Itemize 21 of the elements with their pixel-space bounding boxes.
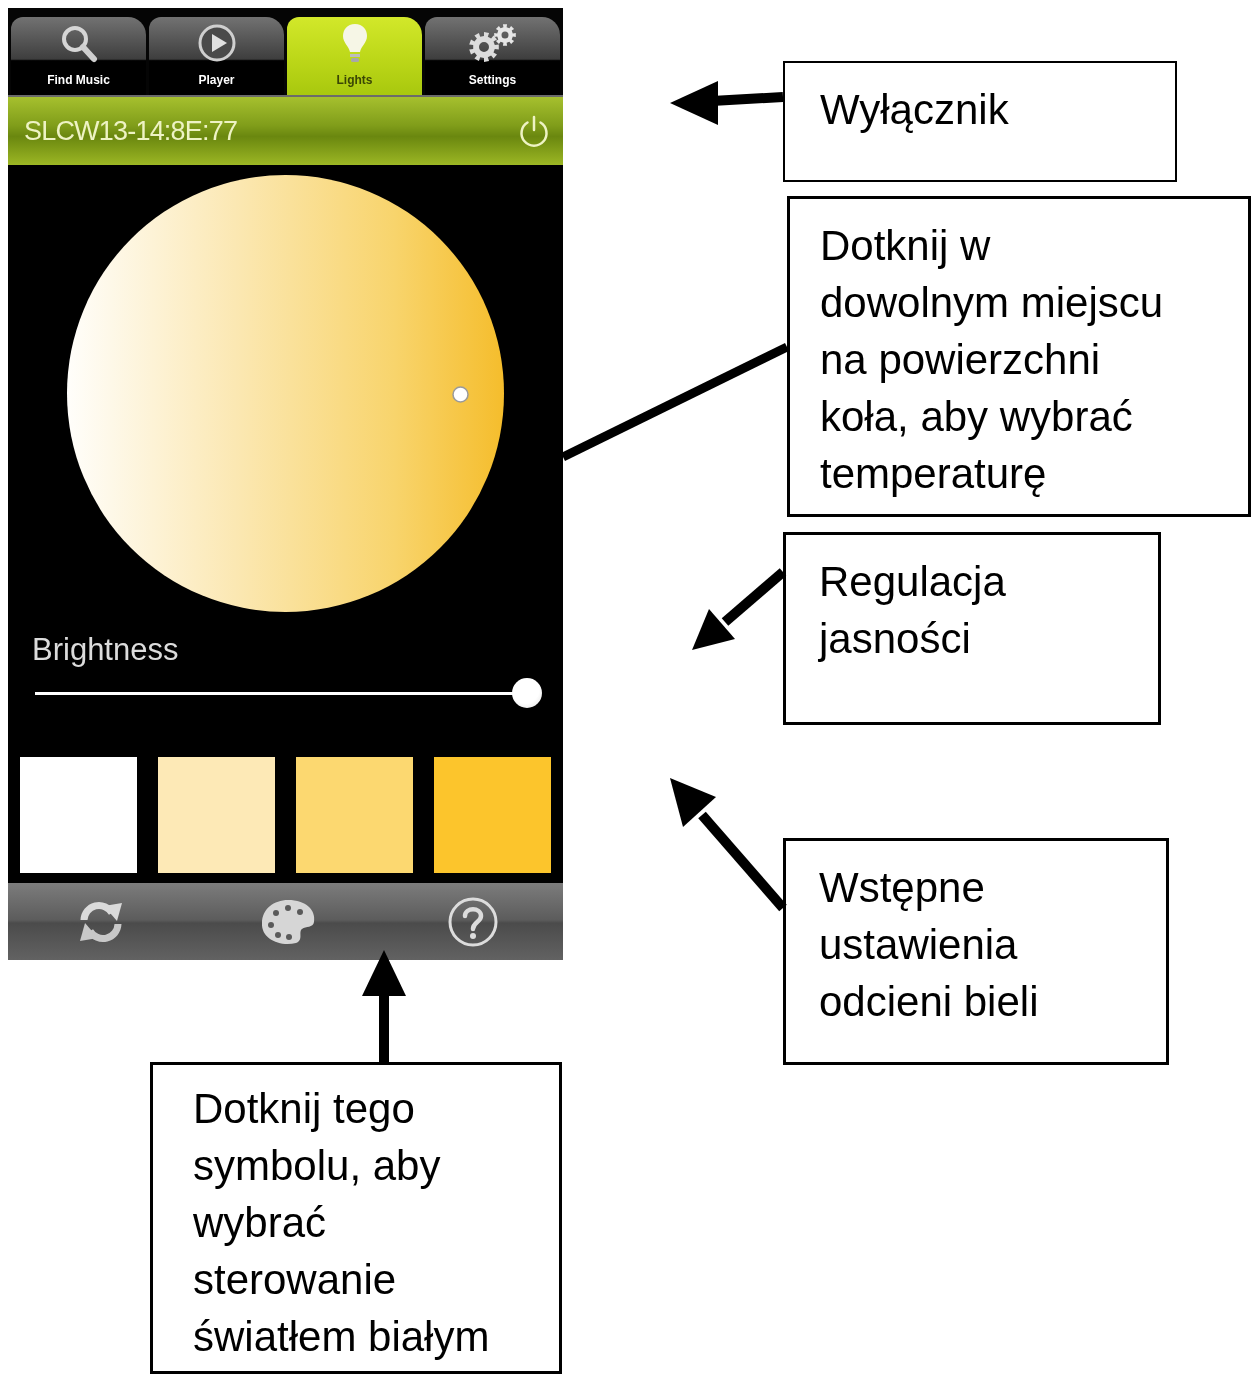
callout-text: Regulacja jasności bbox=[819, 557, 1007, 664]
help-icon[interactable] bbox=[446, 895, 499, 948]
callout-text: Wstępne ustawienia odcieni bieli bbox=[819, 863, 1040, 1027]
preset-swatch[interactable] bbox=[434, 757, 551, 873]
preset-swatch[interactable] bbox=[20, 757, 137, 873]
callout-text: Dotknij w dowolnym miejscu na powierzchni koła, aby wybrać temperaturę bbox=[820, 221, 1165, 499]
brightness-label: Brightness bbox=[32, 634, 179, 666]
tab[interactable]: Lights bbox=[287, 17, 422, 95]
preset-swatch[interactable] bbox=[296, 757, 413, 873]
callout-text: Dotknij tego symbolu, aby wybrać sterowanie światłem białym bbox=[193, 1084, 491, 1362]
play-icon bbox=[196, 23, 237, 63]
tab[interactable]: Find Music bbox=[11, 17, 146, 95]
light-bulb-icon bbox=[340, 23, 369, 63]
tab[interactable]: Settings bbox=[425, 17, 560, 95]
callout-text: Wyłącznik bbox=[820, 85, 1010, 135]
device-name: SLCW13-14:8E:77 bbox=[24, 114, 238, 148]
tab[interactable]: Player bbox=[149, 17, 284, 95]
picker-marker-icon bbox=[452, 386, 469, 403]
preset-swatch[interactable] bbox=[158, 757, 275, 873]
power-icon[interactable] bbox=[517, 114, 551, 148]
slider-thumb[interactable] bbox=[512, 678, 542, 708]
